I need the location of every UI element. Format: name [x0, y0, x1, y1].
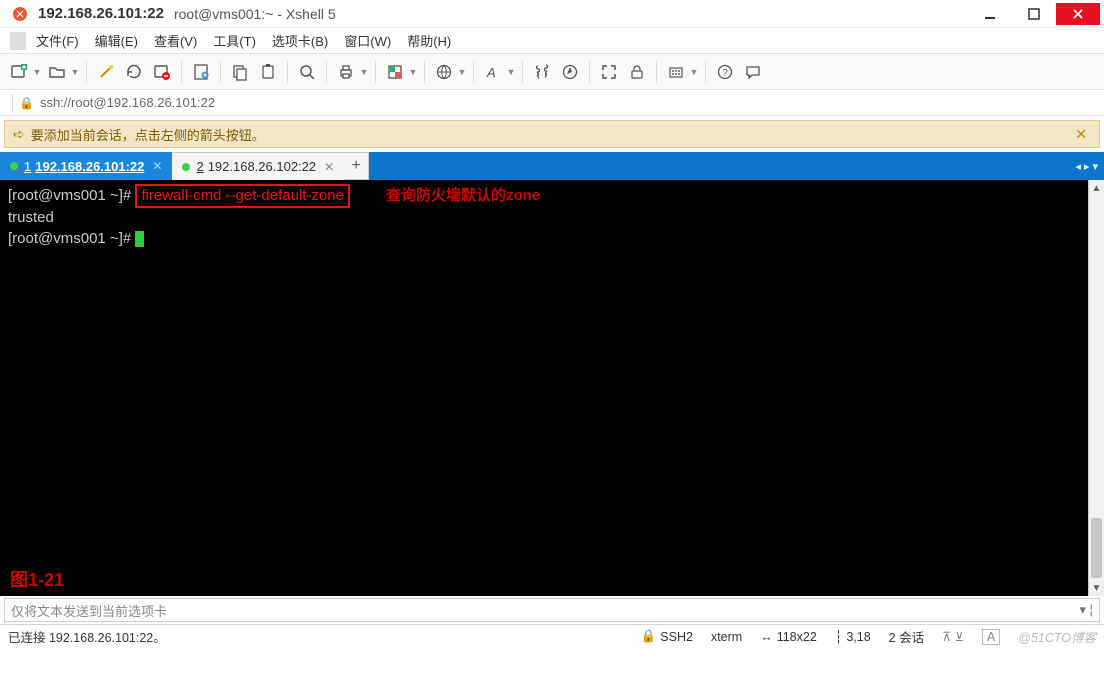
tab-label: 192.168.26.101:22: [35, 159, 144, 174]
toolbar: ▼ ▼ ▼ ▼ ▼ A ▼ ▼ ?: [0, 54, 1104, 90]
font-icon[interactable]: A: [480, 59, 506, 85]
lock-icon[interactable]: [624, 59, 650, 85]
scroll-up-icon[interactable]: ▲: [1092, 180, 1102, 196]
resize-icon: ↔: [760, 630, 773, 644]
session-tab-2[interactable]: 2 192.168.26.102:22 ✕: [172, 152, 344, 180]
terminal-scrollbar[interactable]: ▲ ▼: [1088, 180, 1104, 596]
dropdown-icon[interactable]: ▼: [689, 67, 699, 77]
scroll-down-icon[interactable]: ▼: [1092, 580, 1102, 596]
compass-icon[interactable]: [557, 59, 583, 85]
dropdown-icon[interactable]: ▼: [70, 67, 80, 77]
keypad-icon[interactable]: [663, 59, 689, 85]
status-bar: 已连接 192.168.26.101:22。 🔒SSH2 xterm ↔118x…: [0, 624, 1104, 648]
menu-help[interactable]: 帮助(H): [399, 31, 459, 50]
open-icon[interactable]: [44, 59, 70, 85]
window-title-sub: root@vms001:~ - Xshell 5: [174, 6, 336, 22]
status-dot-icon: [10, 162, 18, 170]
tab-number: 1: [24, 159, 31, 174]
new-session-icon[interactable]: [6, 59, 32, 85]
watermark: @51CTO博客: [1018, 627, 1096, 646]
output: trusted: [8, 209, 54, 226]
address-bar[interactable]: 🔒 ssh://root@192.168.26.101:22: [0, 90, 1104, 116]
menu-file[interactable]: 文件(F): [28, 31, 87, 50]
dropdown-icon[interactable]: ▼: [408, 67, 418, 77]
menu-view[interactable]: 查看(V): [146, 31, 205, 50]
command-highlight: firewall-cmd --get-default-zone: [135, 184, 350, 208]
menubar: 文件(F) 编辑(E) 查看(V) 工具(T) 选项卡(B) 窗口(W) 帮助(…: [0, 28, 1104, 54]
window-title-main: 192.168.26.101:22: [38, 5, 164, 22]
status-cursor-pos: ┆3,18: [835, 629, 871, 644]
chat-icon[interactable]: [740, 59, 766, 85]
cursor: [135, 231, 144, 247]
menu-tabs[interactable]: 选项卡(B): [264, 31, 336, 50]
search-icon[interactable]: [294, 59, 320, 85]
lock-icon: 🔒: [641, 629, 657, 644]
dropdown-icon[interactable]: ▼: [32, 67, 42, 77]
help-icon[interactable]: ?: [712, 59, 738, 85]
menu-window[interactable]: 窗口(W): [336, 31, 399, 50]
tab-label: 192.168.26.102:22: [208, 159, 316, 174]
input-dropdown-icon[interactable]: ▾ ¦: [1079, 602, 1093, 618]
session-tab-1[interactable]: 1 192.168.26.101:22 ✕: [0, 152, 172, 180]
session-nav[interactable]: ⊼ ⊻: [942, 629, 964, 644]
menu-edit[interactable]: 编辑(E): [87, 31, 146, 50]
input-placeholder: 仅将文本发送到当前选项卡: [11, 601, 167, 620]
tab-strip: 1 192.168.26.101:22 ✕ 2 192.168.26.102:2…: [0, 152, 1104, 180]
color-icon[interactable]: [382, 59, 408, 85]
arrow-icon[interactable]: ➪: [13, 126, 25, 143]
minimize-button[interactable]: [968, 3, 1012, 25]
svg-text:?: ?: [722, 68, 728, 79]
info-text: 要添加当前会话，点击左侧的箭头按钮。: [31, 125, 265, 144]
terminal-wrap: [root@vms001 ~]# firewall-cmd --get-defa…: [0, 180, 1104, 596]
scroll-thumb[interactable]: [1091, 518, 1102, 578]
disconnect-icon[interactable]: [149, 59, 175, 85]
menu-tools[interactable]: 工具(T): [205, 31, 264, 50]
status-sessions: 2 会话: [889, 627, 924, 646]
titlebar: 192.168.26.101:22 root@vms001:~ - Xshell…: [0, 0, 1104, 28]
dropdown-icon[interactable]: ▼: [457, 67, 467, 77]
new-tab-button[interactable]: +: [343, 152, 369, 180]
info-bar: ➪ 要添加当前会话，点击左侧的箭头按钮。 ✕: [4, 120, 1100, 148]
properties-icon[interactable]: [188, 59, 214, 85]
tab-nav-arrows[interactable]: ◂ ▸ ▾: [1075, 152, 1098, 180]
globe-icon[interactable]: [431, 59, 457, 85]
annotation: 查询防火墙默认的zone: [386, 187, 540, 204]
prompt: [root@vms001 ~]#: [8, 230, 135, 247]
pos-icon: ┆: [835, 629, 843, 644]
terminal[interactable]: [root@vms001 ~]# firewall-cmd --get-defa…: [0, 180, 1088, 596]
scroll-track[interactable]: [1089, 196, 1104, 580]
wand-icon[interactable]: [93, 59, 119, 85]
paste-icon[interactable]: [255, 59, 281, 85]
infobar-close-icon[interactable]: ✕: [1071, 126, 1091, 143]
figure-label: 图1-21: [10, 570, 64, 590]
tab-close-icon[interactable]: ✕: [152, 159, 162, 173]
lock-icon: 🔒: [19, 96, 34, 110]
print-icon[interactable]: [333, 59, 359, 85]
send-input[interactable]: 仅将文本发送到当前选项卡 ▾ ¦: [4, 598, 1100, 622]
app-icon: [12, 6, 28, 22]
caps-indicator: A: [982, 629, 1000, 645]
status-termtype: xterm: [711, 630, 742, 644]
tab-number: 2: [196, 159, 203, 174]
status-dot-icon: [182, 163, 190, 171]
script-icon[interactable]: [529, 59, 555, 85]
dropdown-icon[interactable]: ▼: [506, 67, 516, 77]
maximize-button[interactable]: [1012, 3, 1056, 25]
status-protocol: 🔒SSH2: [641, 629, 693, 644]
svg-text:A: A: [486, 65, 496, 80]
status-connection: 已连接 192.168.26.101:22。: [8, 627, 166, 646]
copy-icon[interactable]: [227, 59, 253, 85]
reconnect-icon[interactable]: [121, 59, 147, 85]
fullscreen-icon[interactable]: [596, 59, 622, 85]
prompt: [root@vms001 ~]#: [8, 187, 135, 204]
address-url: ssh://root@192.168.26.101:22: [40, 95, 215, 110]
tab-close-icon[interactable]: ✕: [324, 160, 334, 174]
dropdown-icon[interactable]: ▼: [359, 67, 369, 77]
close-button[interactable]: [1056, 3, 1100, 25]
status-size: ↔118x22: [760, 630, 817, 644]
